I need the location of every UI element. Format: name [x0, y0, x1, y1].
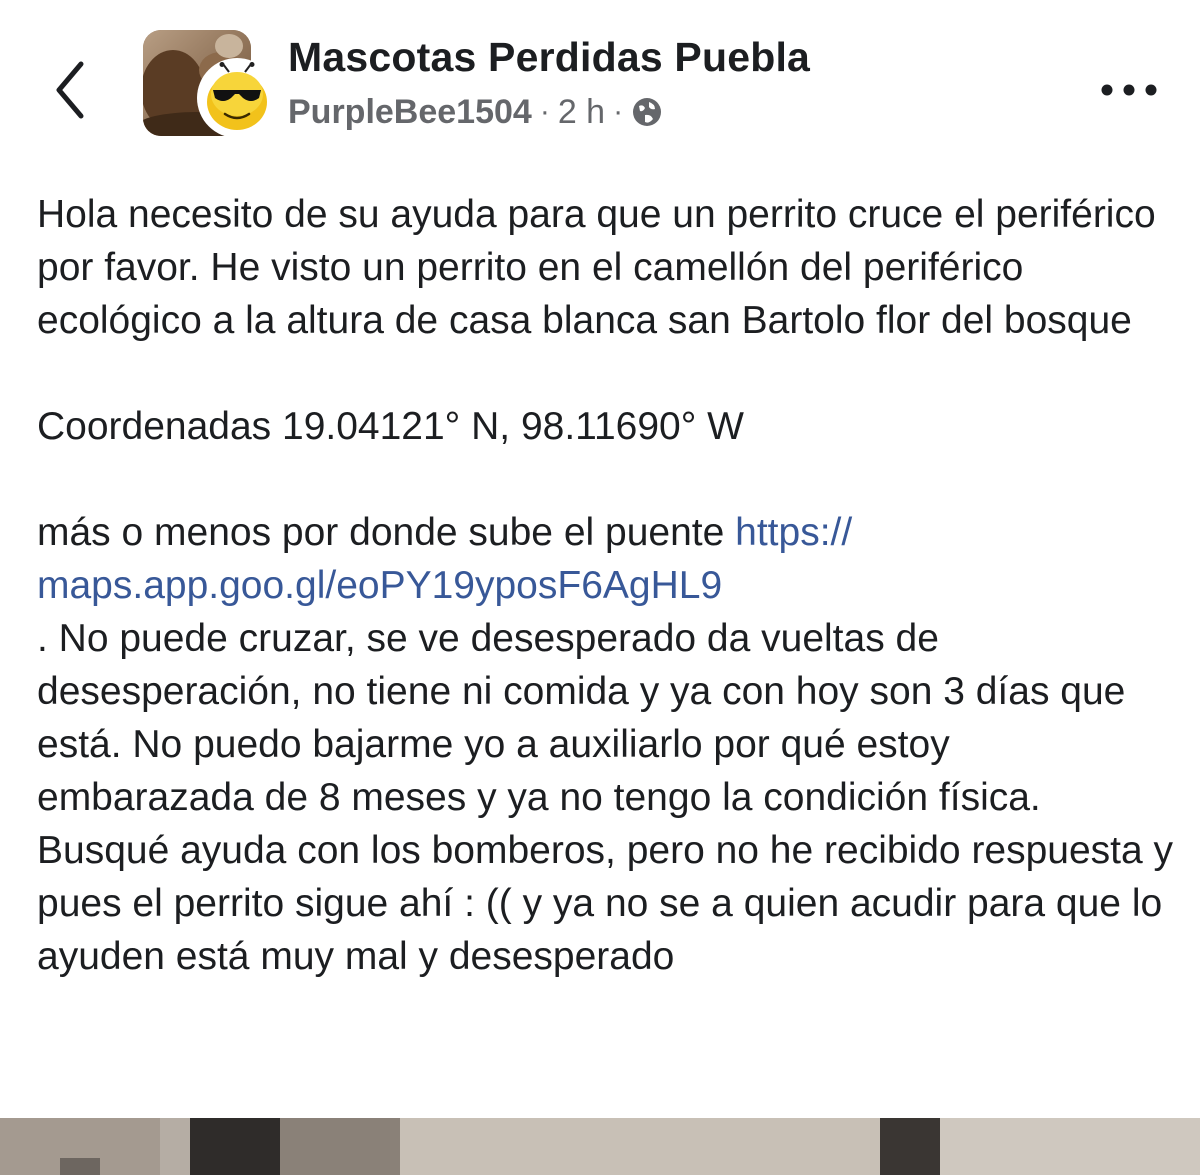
author-name[interactable]: PurpleBee1504	[288, 93, 532, 132]
post-text-segment: . No puede cruzar, se ve desesperado da …	[37, 617, 1174, 978]
ellipsis-icon	[1101, 84, 1157, 96]
post-header: Mascotas Perdidas Puebla PurpleBee1504 ·…	[0, 0, 1200, 160]
post-image[interactable]	[0, 1118, 1200, 1175]
maps-link[interactable]: maps.app.goo.gl/eoPY19yposF6AgHL9	[37, 564, 722, 607]
post-text: Hola necesito de su ayuda para que un pe…	[37, 188, 1177, 983]
post-screen: Mascotas Perdidas Puebla PurpleBee1504 ·…	[0, 0, 1200, 1175]
bee-avatar-icon	[207, 62, 267, 130]
back-button[interactable]	[40, 50, 100, 130]
group-name[interactable]: Mascotas Perdidas Puebla	[288, 34, 810, 81]
meta-separator: ·	[539, 95, 550, 128]
post-text-segment: más o menos por donde sube el puente	[37, 511, 736, 554]
globe-icon	[633, 98, 662, 126]
user-avatar[interactable]	[197, 58, 277, 138]
coordinates-paragraph: Coordenadas 19.04121° N, 98.11690° W	[37, 405, 744, 448]
chevron-left-icon	[56, 61, 84, 119]
more-options-button[interactable]	[1092, 70, 1166, 110]
maps-link[interactable]: https://	[735, 511, 852, 554]
meta-separator: ·	[613, 95, 624, 128]
post-meta: PurpleBee1504 · 2 h ·	[288, 92, 663, 132]
post-paragraph: más o menos por donde sube el puente htt…	[37, 506, 1177, 983]
post-time[interactable]: 2 h	[558, 93, 605, 132]
post-paragraph: Hola necesito de su ayuda para que un pe…	[37, 193, 1156, 342]
